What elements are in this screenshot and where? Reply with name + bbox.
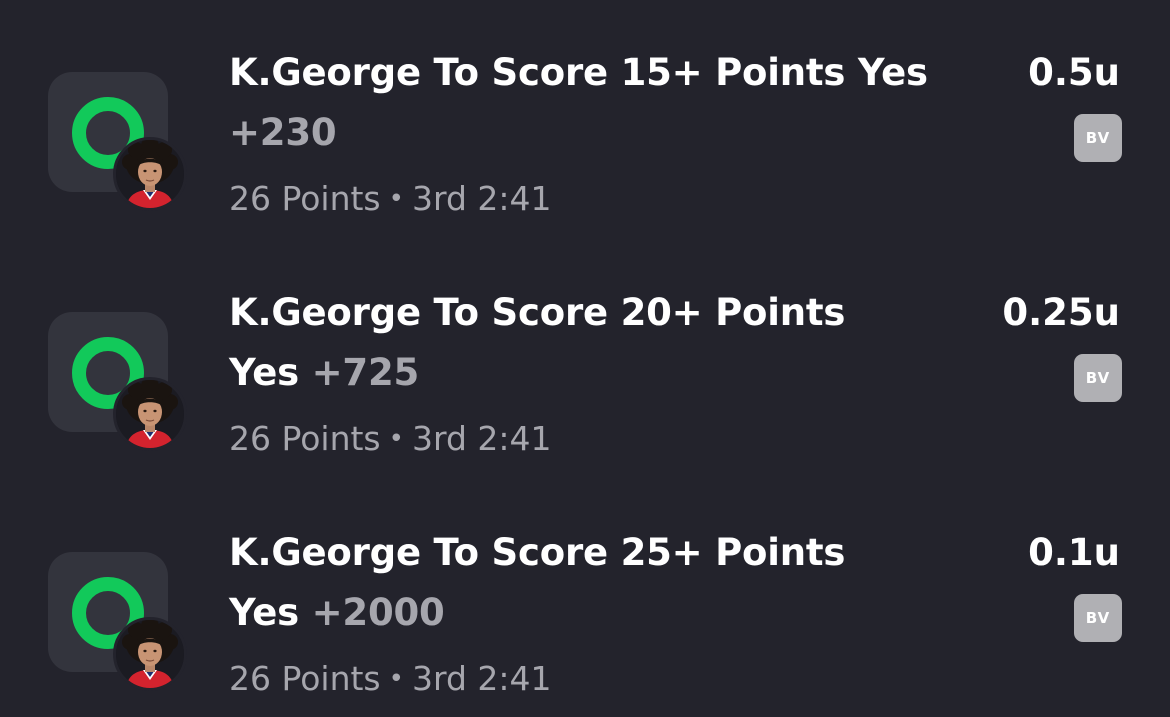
bet-odds: +725 xyxy=(311,351,420,394)
bet-title-text: K.George To Score 25+ Points xyxy=(229,531,846,574)
bet-row[interactable]: K.George To Score 15+ Points Yes +230 26… xyxy=(0,0,1170,240)
bet-title-continued: Yes +2000 xyxy=(229,583,445,643)
game-time: 3rd 2:41 xyxy=(411,419,552,458)
meta-separator: • xyxy=(388,664,404,694)
bet-result: 26 Points xyxy=(229,179,381,218)
bet-result: 26 Points xyxy=(229,659,381,698)
bet-odds: +2000 xyxy=(311,591,445,634)
game-time: 3rd 2:41 xyxy=(411,179,552,218)
bet-meta: 26 Points • 3rd 2:41 xyxy=(229,656,552,705)
player-avatar xyxy=(113,617,187,691)
bet-title: K.George To Score 25+ Points xyxy=(229,523,845,583)
bet-title-text: K.George To Score 20+ Points xyxy=(229,291,846,334)
bet-title: K.George To Score 15+ Points Yes xyxy=(229,43,928,103)
sportsbook-badge: BV xyxy=(1074,114,1122,162)
meta-separator: • xyxy=(388,184,404,214)
bet-row[interactable]: K.George To Score 25+ Points Yes +2000 2… xyxy=(0,480,1170,717)
bet-title-text: K.George To Score 15+ Points Yes xyxy=(229,51,928,94)
player-avatar xyxy=(113,377,187,451)
bet-row[interactable]: K.George To Score 20+ Points Yes +725 26… xyxy=(0,240,1170,480)
sportsbook-badge: BV xyxy=(1074,354,1122,402)
game-time: 3rd 2:41 xyxy=(411,659,552,698)
bet-title-continued: +230 xyxy=(229,103,337,163)
bet-meta: 26 Points • 3rd 2:41 xyxy=(229,176,552,225)
bet-meta: 26 Points • 3rd 2:41 xyxy=(229,416,552,465)
sportsbook-badge: BV xyxy=(1074,594,1122,642)
bet-title-continued: Yes +725 xyxy=(229,343,419,403)
bet-units: 0.25u xyxy=(1002,291,1120,334)
bet-list: K.George To Score 15+ Points Yes +230 26… xyxy=(0,0,1170,717)
bet-units: 0.5u xyxy=(1028,51,1120,94)
meta-separator: • xyxy=(388,424,404,454)
bet-title-text-continued: Yes xyxy=(229,591,299,634)
bet-title: K.George To Score 20+ Points xyxy=(229,283,845,343)
bet-title-text-continued: Yes xyxy=(229,351,299,394)
bet-odds: +230 xyxy=(229,111,337,154)
bet-units: 0.1u xyxy=(1028,531,1120,574)
player-avatar xyxy=(113,137,187,211)
bet-result: 26 Points xyxy=(229,419,381,458)
